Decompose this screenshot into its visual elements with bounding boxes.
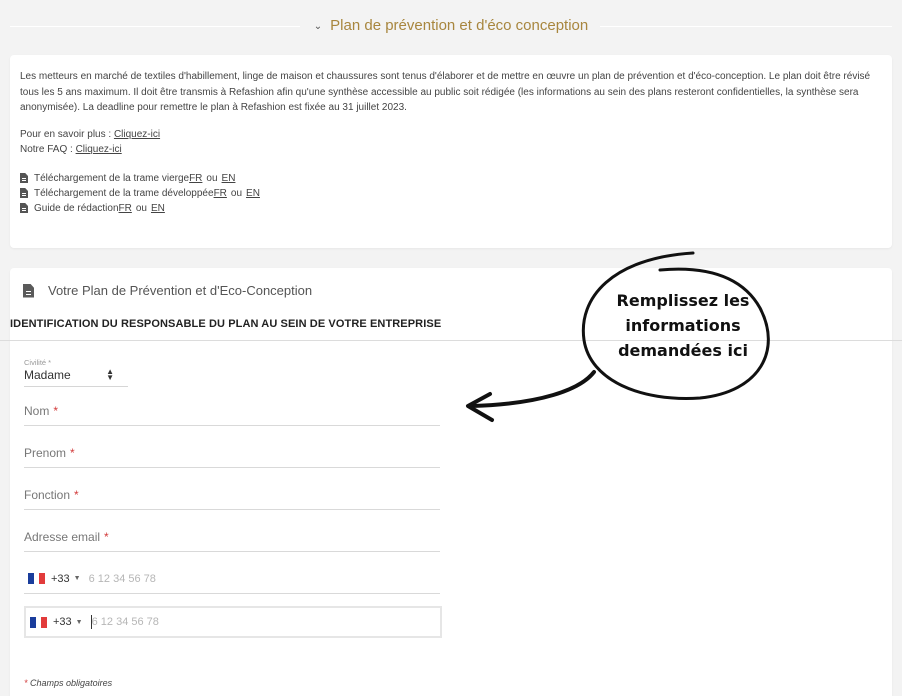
info-links: Pour en savoir plus : Cliquez-ici Notre … bbox=[20, 127, 882, 157]
required-note-text: Champs obligatoires bbox=[30, 678, 113, 688]
info-paragraph: Les metteurs en marché de textiles d'hab… bbox=[20, 71, 871, 113]
civility-select[interactable]: Civilité * Madame ▲ ▼ bbox=[24, 358, 128, 387]
phone-field-secondary[interactable]: +33 ▼ 6 12 34 56 78 bbox=[24, 606, 442, 638]
chevron-down-icon: ⌄ bbox=[313, 20, 323, 32]
download-fr-link[interactable]: FR bbox=[214, 186, 227, 201]
email-placeholder: Adresse email bbox=[24, 529, 101, 544]
download-label: Téléchargement de la trame vierge bbox=[34, 172, 190, 184]
ou-text: ou bbox=[230, 187, 243, 199]
civility-label: Civilité * bbox=[24, 358, 52, 367]
faq-row: Notre FAQ : Cliquez-ici bbox=[20, 142, 882, 157]
prenom-placeholder: Prenom bbox=[24, 445, 67, 460]
learn-more-label: Pour en savoir plus : bbox=[20, 128, 114, 140]
fonction-placeholder: Fonction bbox=[24, 487, 71, 502]
annotation-text: Remplissez les informations demandées ic… bbox=[598, 288, 768, 363]
document-icon bbox=[20, 173, 28, 183]
caret-down-icon[interactable]: ▼ bbox=[74, 575, 81, 582]
learn-more-row: Pour en savoir plus : Cliquez-ici bbox=[20, 127, 882, 142]
required-note: * Champs obligatoires bbox=[24, 678, 112, 688]
phone-country-code[interactable]: +33 bbox=[53, 616, 72, 628]
phone-placeholder: 6 12 34 56 78 bbox=[91, 616, 159, 628]
download-fr-link[interactable]: FR bbox=[119, 201, 132, 216]
document-icon bbox=[20, 188, 28, 198]
annotation-line-3: demandées ici bbox=[618, 341, 748, 360]
caret-down-icon[interactable]: ▼ bbox=[76, 619, 83, 626]
faq-label: Notre FAQ : bbox=[20, 143, 76, 155]
fonction-field[interactable]: Fonction * bbox=[24, 480, 440, 510]
download-list: Téléchargement de la trame vierge FR ou … bbox=[20, 171, 882, 216]
section-toggle[interactable]: ⌄ Plan de prévention et d'éco conception bbox=[314, 17, 588, 34]
download-fr-link[interactable]: FR bbox=[189, 171, 202, 186]
required-star: * bbox=[24, 678, 28, 688]
divider-right bbox=[600, 26, 892, 27]
faq-link[interactable]: Cliquez-ici bbox=[76, 144, 122, 155]
prenom-field[interactable]: Prenom * bbox=[24, 438, 440, 468]
form-title: Votre Plan de Prévention et d'Eco-Concep… bbox=[48, 283, 313, 298]
france-flag-icon[interactable] bbox=[30, 616, 48, 628]
download-en-link[interactable]: EN bbox=[151, 201, 165, 216]
info-card: Les metteurs en marché de textiles d'hab… bbox=[10, 55, 892, 248]
civility-value: Madame bbox=[24, 368, 71, 382]
download-label: Guide de rédaction bbox=[34, 202, 119, 214]
download-row-guide: Guide de rédaction FR ou EN bbox=[20, 201, 882, 216]
annotation-line-2: informations bbox=[625, 316, 741, 335]
section-title: Plan de prévention et d'éco conception bbox=[330, 16, 589, 34]
phone-placeholder: 6 12 34 56 78 bbox=[88, 572, 156, 585]
required-star: * bbox=[74, 487, 79, 502]
select-arrows-icon: ▲ ▼ bbox=[106, 367, 114, 382]
download-en-link[interactable]: EN bbox=[222, 171, 236, 186]
document-icon bbox=[23, 283, 34, 298]
ou-text: ou bbox=[206, 172, 218, 184]
divider-left bbox=[10, 26, 300, 27]
learn-more-link[interactable]: Cliquez-ici bbox=[114, 129, 160, 140]
download-label: Téléchargement de la trame développée bbox=[34, 187, 214, 199]
ou-text: ou bbox=[135, 202, 147, 214]
phone-country-code[interactable]: +33 bbox=[51, 573, 70, 585]
phone-field[interactable]: +33 ▼ 6 12 34 56 78 bbox=[24, 564, 440, 594]
required-star: * bbox=[104, 529, 109, 544]
document-icon bbox=[20, 203, 28, 213]
required-star: * bbox=[53, 403, 59, 418]
required-star: * bbox=[70, 445, 75, 460]
form-title-row: Votre Plan de Prévention et d'Eco-Concep… bbox=[23, 283, 312, 298]
civility-underline bbox=[24, 386, 128, 387]
france-flag-icon[interactable] bbox=[28, 573, 46, 584]
annotation-line-1: Remplissez les bbox=[616, 291, 750, 310]
nom-placeholder: Nom bbox=[24, 403, 50, 418]
email-field[interactable]: Adresse email * bbox=[24, 522, 440, 552]
download-en-link[interactable]: EN bbox=[246, 186, 260, 201]
section-header[interactable]: ⌄ Plan de prévention et d'éco conception bbox=[0, 0, 902, 52]
section-heading: IDENTIFICATION DU RESPONSABLE DU PLAN AU… bbox=[10, 318, 442, 330]
nom-field[interactable]: Nom * bbox=[24, 396, 440, 426]
download-row-developed: Téléchargement de la trame développée FR… bbox=[20, 186, 882, 201]
download-row-blank: Téléchargement de la trame vierge FR ou … bbox=[20, 171, 882, 186]
